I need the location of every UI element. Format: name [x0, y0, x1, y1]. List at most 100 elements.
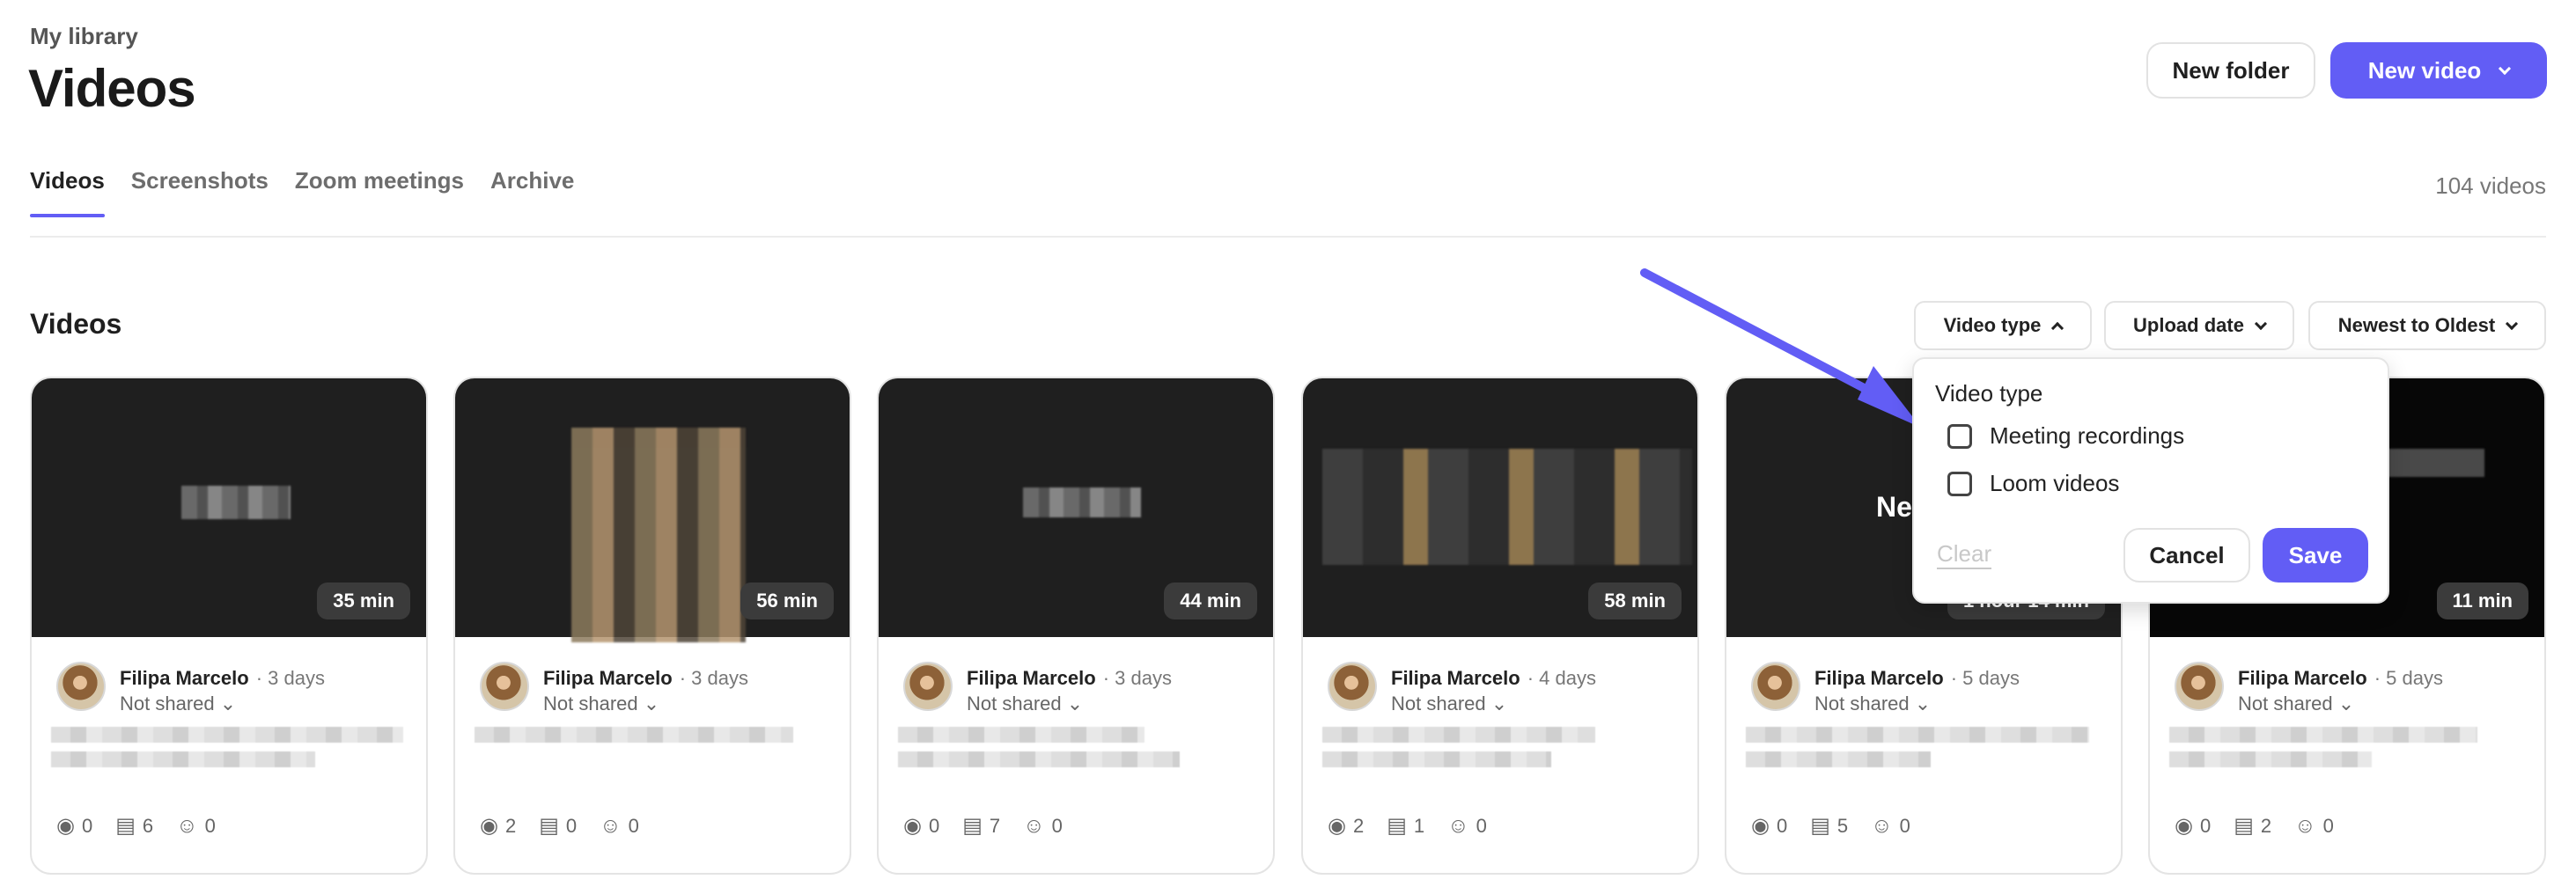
- comment-count: 1: [1413, 814, 1425, 837]
- video-card[interactable]: 56 min Filipa Marcelo · 3 days Not shared…: [453, 377, 851, 875]
- avatar: [1751, 662, 1800, 711]
- upload-date-label: Upload date: [2133, 314, 2244, 336]
- video-thumbnail[interactable]: 58 min: [1303, 378, 1697, 637]
- owner-line: Filipa Marcelo · 3 days: [120, 667, 325, 690]
- blurred-description: [2169, 727, 2521, 785]
- reaction-count: 0: [1476, 814, 1487, 837]
- checkbox-icon[interactable]: [1947, 471, 1972, 496]
- video-age: · 3 days: [255, 667, 325, 689]
- video-age: · 3 days: [1102, 667, 1172, 689]
- video-card[interactable]: 35 min Filipa Marcelo · 3 days Not shared…: [30, 377, 428, 875]
- smile-icon: ☺: [2294, 813, 2316, 838]
- reaction-count: 0: [204, 814, 216, 837]
- cancel-button[interactable]: Cancel: [2123, 528, 2250, 583]
- tab-videos[interactable]: Videos: [30, 167, 105, 217]
- reaction-count: 0: [1051, 814, 1063, 837]
- duration-badge: 44 min: [1164, 583, 1257, 619]
- owner-line: Filipa Marcelo · 3 days: [543, 667, 748, 690]
- option-label: Loom videos: [1990, 470, 2120, 496]
- breadcrumb[interactable]: My library: [30, 23, 138, 50]
- tab-zoom-meetings[interactable]: Zoom meetings: [295, 167, 464, 216]
- duration-badge: 58 min: [1588, 583, 1682, 619]
- video-thumbnail[interactable]: 56 min: [455, 378, 850, 642]
- smile-icon: ☺: [1447, 813, 1469, 838]
- meeting-recordings-option[interactable]: Meeting recordings: [1947, 422, 2184, 450]
- view-count: 0: [81, 814, 93, 837]
- page-title: Videos: [28, 59, 196, 118]
- chevron-up-icon: [2051, 321, 2064, 334]
- comment-icon: ▤: [539, 814, 559, 838]
- sharing-status-label: Not shared: [1814, 692, 1910, 714]
- video-card[interactable]: 44 min Filipa Marcelo · 3 days Not shared…: [877, 377, 1275, 875]
- tab-archive[interactable]: Archive: [490, 167, 574, 216]
- duration-badge: 35 min: [317, 583, 410, 619]
- new-video-button[interactable]: New video: [2330, 42, 2547, 99]
- option-label: Meeting recordings: [1990, 422, 2185, 449]
- smile-icon: ☺: [600, 813, 622, 838]
- video-type-label: Video type: [1943, 314, 2042, 336]
- video-stats: ◉ 0 ▤ 5 ☺ 0: [1751, 813, 1910, 839]
- view-count: 2: [504, 814, 517, 837]
- video-stats: ◉ 0 ▤ 2 ☺ 0: [2175, 813, 2334, 839]
- loom-videos-option[interactable]: Loom videos: [1947, 470, 2119, 497]
- view-count: 0: [1776, 814, 1788, 837]
- chevron-down-icon: [2499, 62, 2512, 75]
- save-button[interactable]: Save: [2263, 528, 2368, 583]
- blurred-description: [475, 727, 827, 785]
- clear-button[interactable]: Clear: [1937, 540, 1992, 569]
- upload-date-filter[interactable]: Upload date: [2104, 301, 2294, 350]
- reaction-count: 0: [2322, 814, 2334, 837]
- comment-count: 0: [565, 814, 578, 837]
- blurred-description: [898, 727, 1250, 785]
- comment-count: 6: [142, 814, 154, 837]
- video-thumbnail[interactable]: 35 min: [32, 378, 426, 637]
- video-thumbnail[interactable]: 44 min: [879, 378, 1273, 637]
- sharing-status[interactable]: Not shared ⌄: [967, 692, 1083, 715]
- eye-icon: ◉: [1751, 814, 1770, 838]
- view-count: 0: [2199, 814, 2212, 837]
- blurred-thumbnail-content: [1023, 487, 1141, 517]
- reaction-count: 0: [628, 814, 639, 837]
- owner-name: Filipa Marcelo: [543, 667, 673, 689]
- dropdown-title: Video type: [1935, 380, 2043, 407]
- library-tabs: Videos Screenshots Zoom meetings Archive: [30, 167, 574, 217]
- sharing-status[interactable]: Not shared ⌄: [120, 692, 236, 715]
- video-count: 104 videos: [2435, 172, 2546, 199]
- blurred-description: [1746, 727, 2098, 785]
- blurred-description: [51, 727, 403, 785]
- video-stats: ◉ 0 ▤ 6 ☺ 0: [56, 813, 216, 839]
- duration-badge: 56 min: [740, 583, 834, 619]
- blurred-description: [1322, 727, 1674, 785]
- sharing-status[interactable]: Not shared ⌄: [1814, 692, 1931, 715]
- chevron-down-icon: [2506, 317, 2519, 330]
- smile-icon: ☺: [176, 813, 198, 838]
- owner-name: Filipa Marcelo: [120, 667, 249, 689]
- smile-icon: ☺: [1871, 813, 1893, 838]
- owner-name: Filipa Marcelo: [1391, 667, 1520, 689]
- checkbox-icon[interactable]: [1947, 423, 1972, 449]
- comment-icon: ▤: [1810, 814, 1830, 838]
- video-age: · 3 days: [679, 667, 748, 689]
- video-type-dropdown: Video type Meeting recordings Loom video…: [1912, 357, 2389, 604]
- blurred-thumbnail-content: [181, 486, 291, 519]
- smile-icon: ☺: [1023, 813, 1045, 838]
- sharing-status[interactable]: Not shared ⌄: [1391, 692, 1507, 715]
- owner-name: Filipa Marcelo: [967, 667, 1096, 689]
- owner-line: Filipa Marcelo · 5 days: [2238, 667, 2443, 690]
- sharing-status-label: Not shared: [120, 692, 215, 714]
- sort-filter[interactable]: Newest to Oldest: [2308, 301, 2546, 350]
- new-folder-button[interactable]: New folder: [2146, 42, 2315, 99]
- video-card[interactable]: 58 min Filipa Marcelo · 4 days Not shared…: [1301, 377, 1699, 875]
- tabs-divider: [30, 236, 2546, 238]
- reaction-count: 0: [1899, 814, 1910, 837]
- video-type-filter[interactable]: Video type: [1914, 301, 2092, 350]
- sharing-status[interactable]: Not shared ⌄: [543, 692, 659, 715]
- tab-screenshots[interactable]: Screenshots: [131, 167, 269, 216]
- sort-label: Newest to Oldest: [2337, 314, 2496, 336]
- owner-line: Filipa Marcelo · 5 days: [1814, 667, 2020, 690]
- sharing-status-label: Not shared: [967, 692, 1062, 714]
- comment-icon: ▤: [962, 814, 983, 838]
- video-age: · 5 days: [1950, 667, 2020, 689]
- sharing-status[interactable]: Not shared ⌄: [2238, 692, 2354, 715]
- video-age: · 4 days: [1527, 667, 1596, 689]
